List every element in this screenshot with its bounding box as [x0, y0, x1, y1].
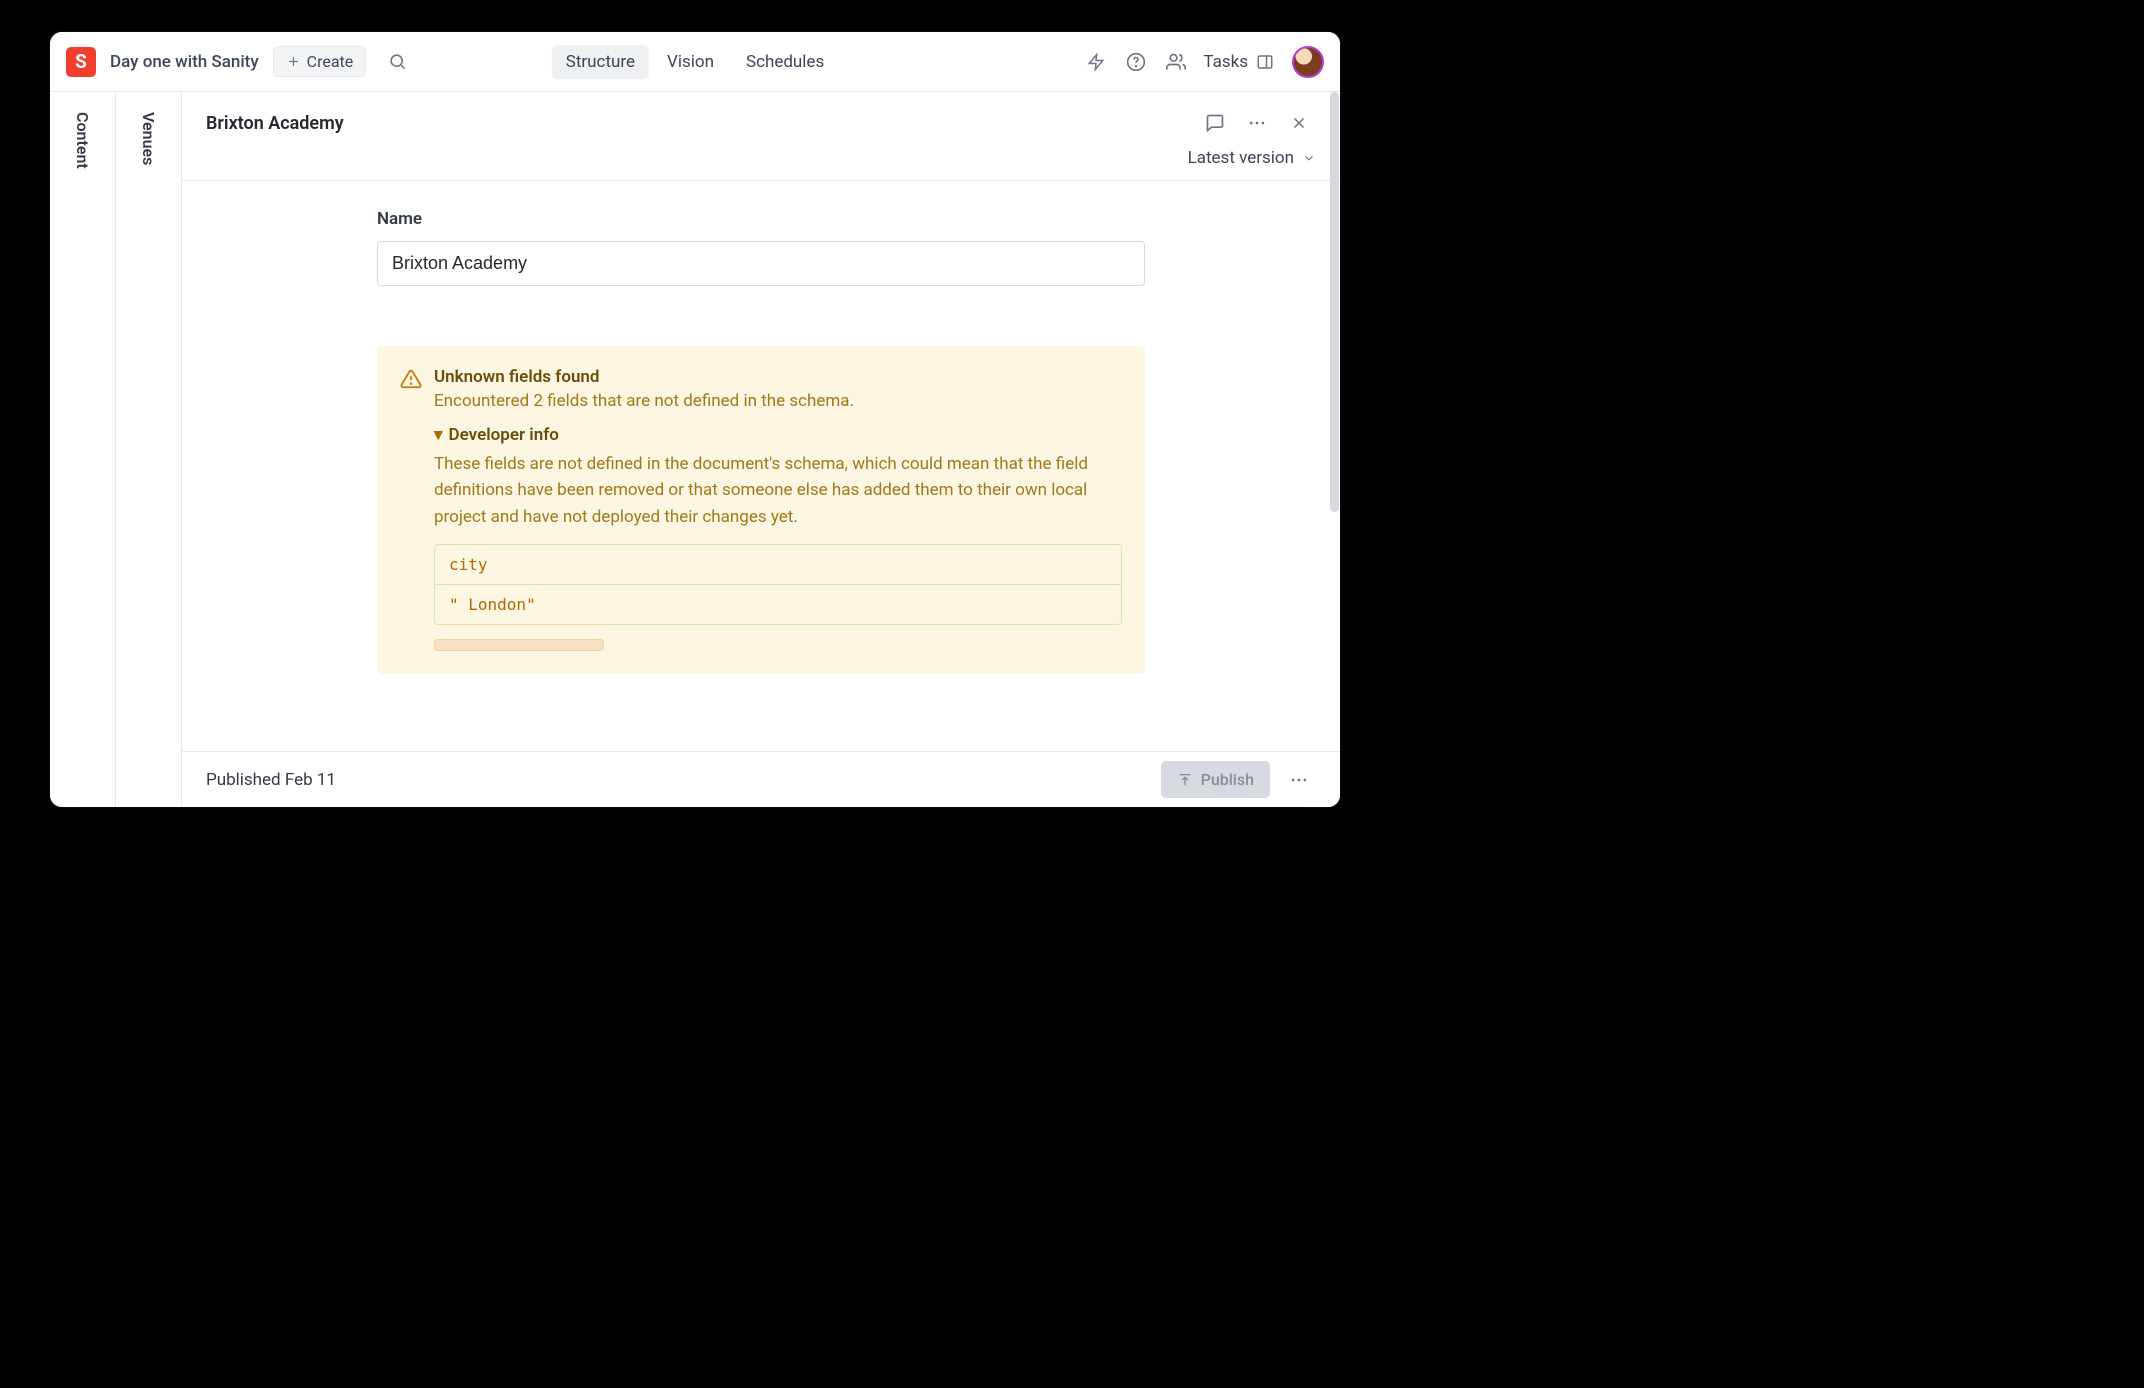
tasks-button[interactable]: Tasks	[1199, 52, 1278, 72]
publish-icon	[1177, 772, 1193, 788]
unknown-fields-warning: Unknown fields found Encountered 2 field…	[377, 346, 1145, 674]
rail-content: Content	[50, 92, 116, 807]
dots-icon	[1247, 113, 1267, 133]
rail-content-label[interactable]: Content	[73, 112, 92, 169]
app-window: S Day one with Sanity Create Structure V…	[50, 32, 1340, 807]
topbar: S Day one with Sanity Create Structure V…	[50, 32, 1340, 92]
comment-icon	[1205, 113, 1225, 133]
document-header: Brixton Academy	[182, 92, 1340, 180]
warning-icon	[400, 368, 422, 390]
help-icon	[1126, 52, 1146, 72]
tab-schedules[interactable]: Schedules	[732, 45, 838, 79]
document-title: Brixton Academy	[206, 113, 344, 134]
document-footer: Published Feb 11 Publish	[182, 751, 1340, 807]
tab-structure[interactable]: Structure	[552, 45, 649, 79]
name-input[interactable]	[377, 241, 1145, 286]
name-label: Name	[377, 209, 1145, 229]
version-select[interactable]: Latest version	[1188, 148, 1316, 168]
partial-button[interactable]	[434, 639, 604, 651]
plus-icon	[286, 54, 301, 69]
unknown-fields-table: city " London"	[434, 544, 1122, 625]
document-pane: Brixton Academy	[182, 92, 1340, 807]
unknown-field-value: " London"	[435, 585, 1121, 624]
warning-subtitle: Encountered 2 fields that are not define…	[434, 391, 1122, 411]
tasks-label: Tasks	[1203, 52, 1248, 72]
help-button[interactable]	[1119, 45, 1153, 79]
publish-status: Published Feb 11	[206, 770, 336, 790]
comments-button[interactable]	[1198, 106, 1232, 140]
publish-label: Publish	[1201, 770, 1254, 789]
caret-down-icon: ▾	[434, 425, 443, 445]
app-logo[interactable]: S	[66, 47, 96, 77]
dots-icon	[1289, 770, 1309, 790]
developer-info-label: Developer info	[449, 425, 559, 445]
warning-title: Unknown fields found	[434, 367, 1122, 387]
publish-button[interactable]: Publish	[1161, 761, 1270, 798]
document-menu-button[interactable]	[1240, 106, 1274, 140]
topbar-right: Tasks	[1079, 45, 1324, 79]
search-button[interactable]	[380, 45, 414, 79]
presence-button[interactable]	[1159, 45, 1193, 79]
rail-venues-label[interactable]: Venues	[139, 112, 158, 165]
footer-menu-button[interactable]	[1282, 763, 1316, 797]
developer-info-desc: These fields are not defined in the docu…	[434, 451, 1122, 530]
users-icon	[1166, 52, 1186, 72]
unknown-field-key: city	[435, 545, 1121, 585]
create-button-label: Create	[307, 52, 354, 71]
tab-vision[interactable]: Vision	[653, 45, 728, 79]
tab-label: Schedules	[746, 52, 824, 72]
close-button[interactable]	[1282, 106, 1316, 140]
project-title: Day one with Sanity	[110, 52, 259, 72]
bolt-button[interactable]	[1079, 45, 1113, 79]
app-logo-letter: S	[75, 50, 87, 73]
search-icon	[388, 52, 407, 71]
scrollbar-thumb[interactable]	[1330, 181, 1339, 512]
avatar[interactable]	[1292, 46, 1324, 78]
panel-icon	[1256, 53, 1274, 71]
rail-venues: Venues	[116, 92, 182, 807]
close-icon	[1290, 114, 1308, 132]
version-label: Latest version	[1188, 148, 1294, 168]
create-button[interactable]: Create	[273, 46, 367, 77]
bolt-icon	[1087, 53, 1105, 71]
form-scroll[interactable]: Name Unknown fields found Encountered 2 …	[182, 181, 1340, 751]
developer-info-toggle[interactable]: ▾ Developer info	[434, 425, 1122, 445]
nav-tabs: Structure Vision Schedules	[552, 45, 838, 79]
form: Name Unknown fields found Encountered 2 …	[377, 209, 1145, 674]
chevron-down-icon	[1302, 151, 1316, 165]
tab-label: Vision	[667, 52, 714, 72]
body: Content Venues Brixton Academy	[50, 92, 1340, 807]
tab-label: Structure	[566, 52, 635, 72]
